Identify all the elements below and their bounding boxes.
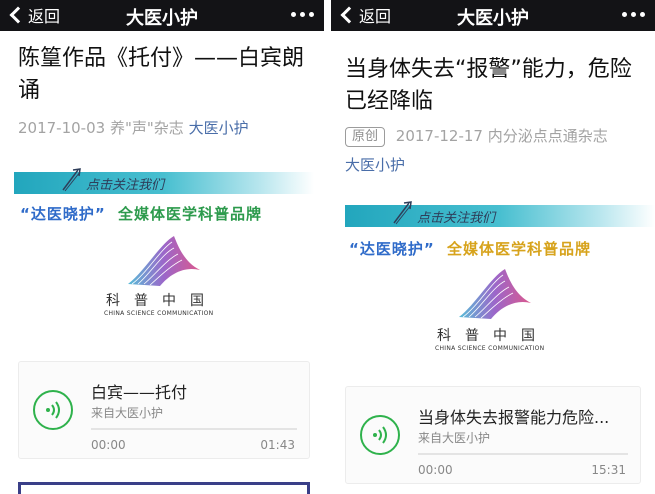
article-date: 2017-12-17 <box>395 127 483 145</box>
follow-banner[interactable]: 点击关注我们 <box>345 201 655 227</box>
audio-wave-icon[interactable] <box>33 390 73 430</box>
audio-source: 来自大医小护 <box>91 406 164 420</box>
audio-title: 当身体失去报警能力危险... <box>418 408 610 427</box>
click-arrow-icon <box>62 168 81 192</box>
article-meta: 原创 2017-12-17 内分泌点点通杂志 <box>345 125 608 147</box>
audio-progress-bar[interactable] <box>91 428 297 430</box>
article-source: 养"声"杂志 <box>109 119 184 137</box>
article-date: 2017-10-03 <box>18 119 106 137</box>
logo-en-text: CHINA SCIENCE COMMUNICATION <box>435 345 545 352</box>
audio-current-time: 00:00 <box>418 463 453 477</box>
embedded-frame <box>18 482 310 494</box>
banner-text: 点击关注我们 <box>417 211 496 226</box>
audio-duration: 01:43 <box>260 438 295 452</box>
article-source: 内分泌点点通杂志 <box>487 127 608 145</box>
more-dots-icon[interactable] <box>622 12 645 17</box>
article-meta: 2017-10-03 养"声"杂志 大医小护 <box>18 117 249 138</box>
audio-source: 来自大医小护 <box>418 431 491 445</box>
click-arrow-icon <box>393 201 412 225</box>
panel-divider <box>324 0 331 494</box>
right-article-screen: 返回 大医小护 当身体失去“报警”能力，危险已经降临 原创 2017-12-17… <box>331 0 655 494</box>
audio-wave-icon[interactable] <box>360 415 400 455</box>
kepu-wave-icon <box>459 269 531 319</box>
kepu-china-logo: 科普中国 CHINA SCIENCE COMMUNICATION <box>429 265 579 355</box>
audio-title: 白宾——托付 <box>91 383 188 402</box>
slogan-part1: “达医晓护” <box>349 240 435 258</box>
audio-duration: 15:31 <box>591 463 626 477</box>
logo-en-text: CHINA SCIENCE COMMUNICATION <box>104 310 214 317</box>
chevron-left-icon <box>340 6 358 24</box>
slogan-part2: 全媒体医学科普品牌 <box>117 205 262 223</box>
back-button[interactable]: 返回 <box>339 5 392 26</box>
more-dots-icon[interactable] <box>291 12 314 17</box>
original-badge: 原创 <box>345 127 386 147</box>
back-button[interactable]: 返回 <box>8 5 61 26</box>
audio-player[interactable]: 当身体失去报警能力危险... 来自大医小护 00:00 15:31 <box>345 386 641 484</box>
logo-cn-text: 科普中国 <box>106 293 218 309</box>
kepu-wave-icon <box>128 236 200 286</box>
account-link[interactable]: 大医小护 <box>345 156 405 174</box>
slogan-part2: 全媒体医学科普品牌 <box>446 240 591 258</box>
back-label: 返回 <box>359 7 392 26</box>
account-link[interactable]: 大医小护 <box>189 119 249 137</box>
article-account-row: 大医小护 <box>345 154 405 175</box>
audio-current-time: 00:00 <box>91 438 126 452</box>
slogan-part1: “达医晓护” <box>20 205 106 223</box>
kepu-china-logo: 科普中国 CHINA SCIENCE COMMUNICATION <box>98 232 238 322</box>
brand-slogan: “达医晓护” 全媒体医学科普品牌 <box>349 238 591 259</box>
audio-progress-bar[interactable] <box>418 453 628 455</box>
left-article-screen: 返回 大医小护 陈篁作品《托付》——白宾朗诵 2017-10-03 养"声"杂志… <box>0 0 324 494</box>
navbar: 返回 大医小护 <box>0 0 324 31</box>
follow-banner[interactable]: 点击关注我们 <box>14 168 314 194</box>
logo-cn-text: 科普中国 <box>437 328 549 344</box>
article-title: 陈篁作品《托付》——白宾朗诵 <box>18 46 305 103</box>
back-label: 返回 <box>28 7 61 26</box>
audio-player[interactable]: 白宾——托付 来自大医小护 00:00 01:43 <box>18 361 310 459</box>
navbar: 返回 大医小护 <box>331 0 655 31</box>
article-title: 当身体失去“报警”能力，危险已经降临 <box>345 57 632 114</box>
banner-text: 点击关注我们 <box>86 178 165 193</box>
brand-slogan: “达医晓护” 全媒体医学科普品牌 <box>20 203 262 224</box>
chevron-left-icon <box>9 6 27 24</box>
